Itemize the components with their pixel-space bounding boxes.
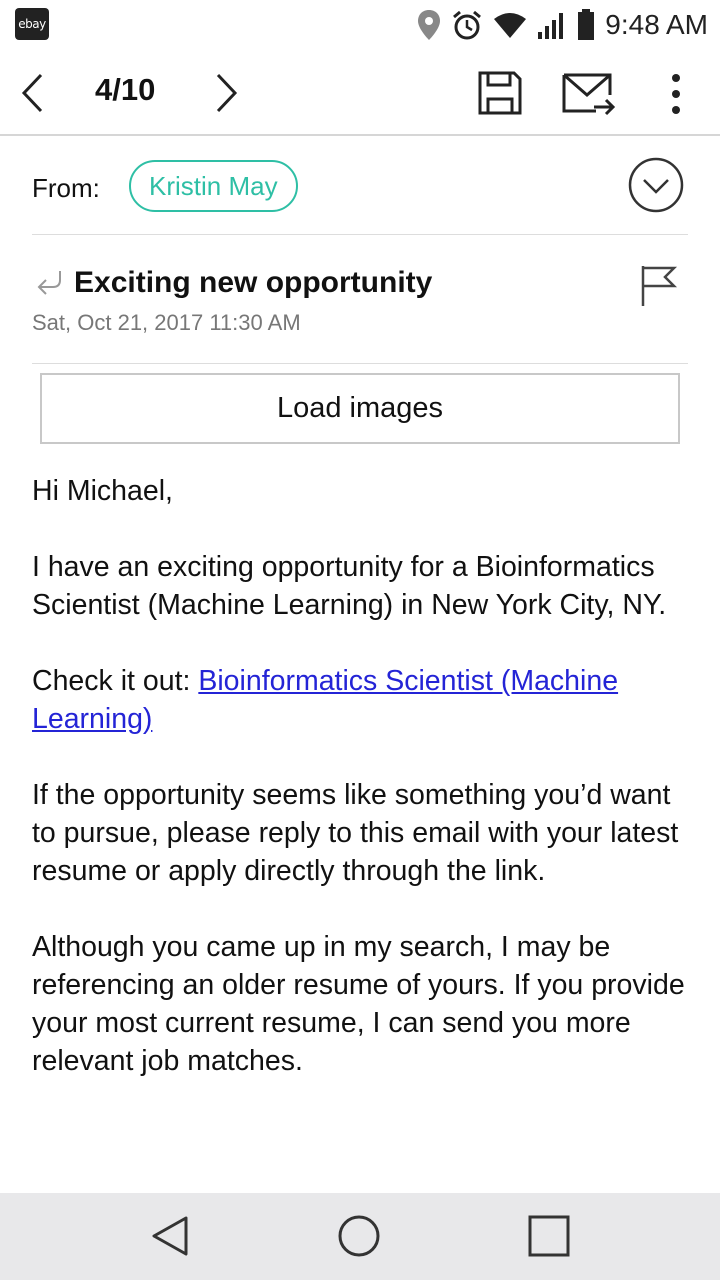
body-paragraph: I have an exciting opportunity for a Bio…	[32, 551, 667, 621]
next-message-button[interactable]	[207, 70, 247, 116]
battery-icon	[578, 9, 595, 40]
chevron-down-circle-icon	[628, 157, 684, 213]
signal-icon	[538, 13, 564, 39]
recents-button[interactable]	[524, 1211, 574, 1261]
alarm-icon	[453, 10, 482, 40]
message-toolbar: 4/10	[0, 50, 720, 136]
back-button[interactable]	[145, 1211, 195, 1261]
body-paragraph: If the opportunity seems like something …	[32, 779, 679, 887]
subject-row: Exciting new opportunity Sat, Oct 21, 20…	[32, 236, 688, 364]
mail-move-icon	[562, 73, 616, 116]
flag-button[interactable]	[638, 264, 678, 308]
chevron-left-icon	[21, 73, 43, 113]
body-paragraph: Although you came up in my search, I may…	[32, 931, 685, 1077]
location-icon	[418, 10, 441, 40]
home-button[interactable]	[334, 1211, 384, 1261]
email-subject: Exciting new opportunity	[74, 266, 433, 299]
email-date: Sat, Oct 21, 2017 11:30 AM	[32, 310, 301, 335]
move-button[interactable]	[560, 68, 618, 120]
message-counter: 4/10	[95, 72, 156, 107]
save-icon	[478, 71, 522, 115]
email-body: Hi Michael, I have an exciting opportuni…	[32, 472, 692, 1118]
status-time: 9:48 AM	[605, 9, 708, 40]
from-label: From:	[32, 173, 100, 203]
wifi-icon	[494, 13, 527, 38]
greeting: Hi Michael,	[32, 475, 173, 507]
replied-icon	[37, 271, 61, 295]
load-images-button[interactable]: Load images	[40, 373, 680, 444]
back-triangle-icon	[152, 1216, 188, 1256]
flag-icon	[641, 266, 678, 306]
chevron-right-icon	[216, 73, 238, 113]
recents-square-icon	[528, 1215, 570, 1257]
sender-chip[interactable]: Kristin May	[129, 160, 298, 212]
status-bar: ebay 9:48 AM	[0, 0, 720, 50]
save-button[interactable]	[472, 66, 528, 120]
status-icons: 9:48 AM	[417, 6, 708, 44]
more-options-button[interactable]	[660, 68, 692, 120]
ebay-notification-icon: ebay	[15, 8, 49, 40]
navigation-bar	[0, 1193, 720, 1280]
expand-details-button[interactable]	[628, 157, 684, 213]
check-prefix: Check it out:	[32, 665, 199, 697]
more-vert-icon	[672, 74, 680, 114]
home-circle-icon	[338, 1215, 380, 1257]
check-it-out-paragraph: Check it out: Bioinformatics Scientist (…	[32, 662, 692, 738]
from-row: From: Kristin May	[32, 157, 688, 235]
previous-message-button[interactable]	[12, 70, 52, 116]
